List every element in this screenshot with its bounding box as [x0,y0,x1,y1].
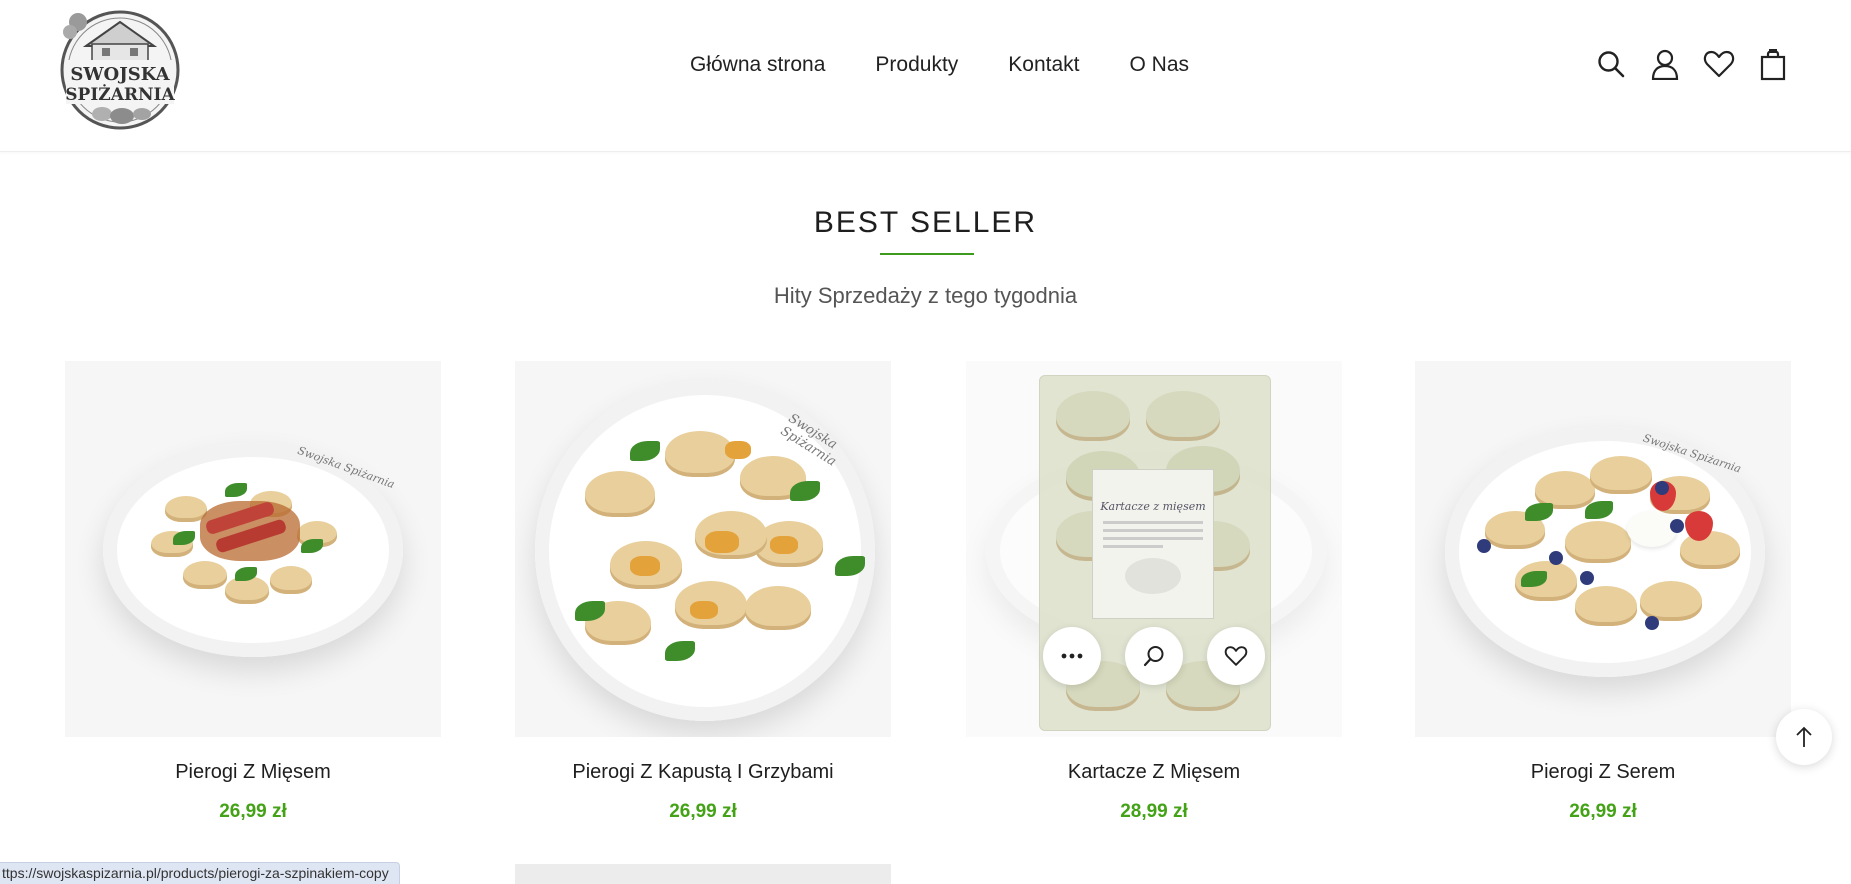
quick-view-icon [1143,646,1164,667]
logo-text-line2: SPIŻARNIA [65,84,175,105]
more-options-icon [1061,653,1083,659]
title-underline [880,253,974,255]
quick-view-button[interactable] [1125,627,1183,685]
product-price: 26,99 zł [669,801,737,822]
product-image[interactable]: Swojska Spiżarnia [1415,361,1791,737]
product-price: 26,99 zł [1569,801,1637,822]
product-name[interactable]: Pierogi Z Mięsem [65,761,441,789]
product-image[interactable]: Swojska Spiżarnia [65,361,441,737]
cart-icon[interactable] [1757,46,1789,82]
section-subtitle: Hity Sprzedaży z tego tygodnia [773,283,1078,308]
product-image[interactable]: Swojska Spiżarnia [515,361,891,737]
header-actions [1595,46,1789,82]
site-logo[interactable]: SWOJSKA SPIŻARNIA [58,4,182,132]
product-card[interactable]: Swojska Spiżarnia Pierogi Z Serem 26,99 … [1415,361,1791,823]
next-product-image-partial [515,864,891,884]
product-image[interactable]: Kartacze z mięsem [966,361,1342,737]
nav-item-about[interactable]: O Nas [1130,50,1190,80]
product-price: 26,99 zł [219,801,287,822]
nav-item-products[interactable]: Produkty [875,50,958,80]
product-name[interactable]: Pierogi Z Kapustą I Grzybami [515,761,891,789]
back-to-top-button[interactable] [1776,709,1832,765]
account-icon[interactable] [1649,46,1681,82]
wishlist-icon[interactable] [1703,46,1735,82]
product-price: 28,99 zł [1120,801,1188,822]
arrow-up-icon [1796,726,1812,747]
main-nav: Główna strona Produkty Kontakt O Nas [690,50,1189,80]
hover-actions [966,627,1342,685]
search-icon[interactable] [1595,46,1627,82]
product-card[interactable]: Swojska Spiżarnia Pierogi Z Kapustą I Gr… [515,361,891,823]
package-label: Kartacze z mięsem [1100,500,1206,513]
link-status-bar: ttps://swojskaspizarnia.pl/products/pier… [0,862,400,884]
logo-text-line1: SWOJSKA [70,64,170,85]
wishlist-icon [1224,646,1248,666]
product-card[interactable]: Kartacze z mięsem Kartacze Z Mięsem 28,9… [966,361,1342,823]
nav-item-home[interactable]: Główna strona [690,50,825,80]
section-title: BEST SELLER [813,206,1038,239]
add-to-wishlist-button[interactable] [1207,627,1265,685]
product-name[interactable]: Kartacze Z Mięsem [966,761,1342,789]
product-card[interactable]: Swojska Spiżarnia Pierogi Z Mięsem 26,99… [65,361,441,823]
site-header: SWOJSKA SPIŻARNIA Główna strona Produkty… [0,0,1851,152]
more-options-button[interactable] [1043,627,1101,685]
product-name[interactable]: Pierogi Z Serem [1415,761,1791,789]
nav-item-contact[interactable]: Kontakt [1008,50,1079,80]
